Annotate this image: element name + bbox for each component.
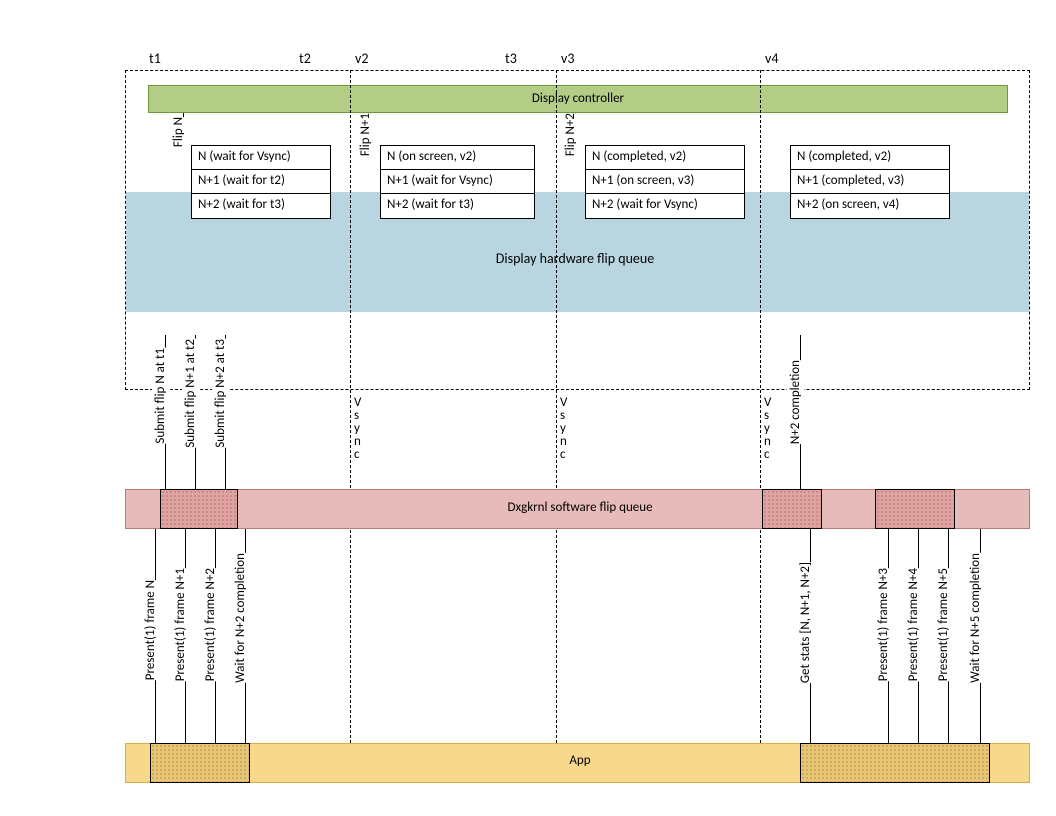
dxgkrnl-busy-2	[762, 489, 822, 529]
queue-1-row-1: N (wait for Vsync)	[192, 146, 330, 170]
queue-4-row-1: N (completed, v2)	[791, 146, 949, 170]
queue-3-row-1: N (completed, v2)	[586, 146, 744, 170]
flip-queue-label: Display hardware flip queue	[400, 250, 750, 267]
time-v4: v4	[765, 50, 778, 67]
queue-2-row-1: N (on screen, v2)	[381, 146, 534, 170]
vline-v3	[556, 70, 557, 783]
time-v3: v3	[561, 50, 574, 67]
queue-4-row-3: N+2 (on screen, v4)	[791, 194, 949, 218]
flip-n2-label: Flip N+2	[562, 113, 579, 156]
present-n5: Present(1) frame N+5	[935, 568, 952, 681]
flip-n1-label: Flip N+1	[357, 113, 374, 156]
present-n2: Present(1) frame N+2	[202, 568, 219, 681]
present-n3: Present(1) frame N+3	[875, 568, 892, 681]
dxgkrnl-busy-1	[160, 489, 238, 529]
app-label: App	[480, 753, 680, 768]
diagram-stage: t1 t2 v2 t3 v3 v4 Display controller Dis…	[0, 0, 1056, 816]
submit-n1-label: Submit flip N+1 at t2	[182, 339, 199, 448]
queue-1-row-3: N+2 (wait for t3)	[192, 194, 330, 218]
queue-4-row-2: N+1 (completed, v3)	[791, 170, 949, 194]
time-v2: v2	[355, 50, 368, 67]
queue-2-row-2: N+1 (wait for Vsync)	[381, 170, 534, 194]
present-n: Present(1) frame N	[142, 580, 159, 680]
queue-1: N (wait for Vsync) N+1 (wait for t2) N+2…	[191, 145, 331, 219]
queue-3-row-3: N+2 (wait for Vsync)	[586, 194, 744, 218]
present-n1: Present(1) frame N+1	[172, 568, 189, 681]
time-t1: t1	[149, 50, 161, 67]
submit-n-label: Submit flip N at t1	[152, 348, 169, 444]
wait-n5: Wait for N+5 completion	[967, 553, 984, 683]
wait-n2: Wait for N+2 completion	[232, 553, 249, 683]
queue-1-row-2: N+1 (wait for t2)	[192, 170, 330, 194]
vsync-v3: Vsync	[560, 396, 572, 461]
queue-2: N (on screen, v2) N+1 (wait for Vsync) N…	[380, 145, 535, 219]
getstats: Get stats [N, N+1, N+2]	[797, 562, 814, 683]
queue-3: N (completed, v2) N+1 (on screen, v3) N+…	[585, 145, 745, 219]
queue-2-row-3: N+2 (wait for t3)	[381, 194, 534, 218]
submit-n2-label: Submit flip N+2 at t3	[212, 339, 229, 448]
vsync-v4: Vsync	[764, 396, 776, 461]
app-busy-2	[800, 743, 990, 783]
time-t3: t3	[505, 50, 517, 67]
dxgkrnl-label: Dxgkrnl software flip queue	[430, 500, 730, 515]
dxgkrnl-busy-3	[875, 489, 955, 529]
present-n4: Present(1) frame N+4	[905, 568, 922, 681]
queue-3-row-2: N+1 (on screen, v3)	[586, 170, 744, 194]
vline-v2	[350, 70, 351, 783]
vline-v4	[760, 70, 761, 783]
app-busy-1	[150, 743, 250, 783]
queue-4: N (completed, v2) N+1 (completed, v3) N+…	[790, 145, 950, 219]
n2-completion-label: N+2 completion	[787, 360, 804, 444]
time-t2: t2	[299, 50, 311, 67]
display-controller-bar: Display controller	[148, 85, 1008, 113]
flip-n-label: Flip N	[170, 117, 187, 147]
vsync-v2: Vsync	[354, 396, 366, 461]
